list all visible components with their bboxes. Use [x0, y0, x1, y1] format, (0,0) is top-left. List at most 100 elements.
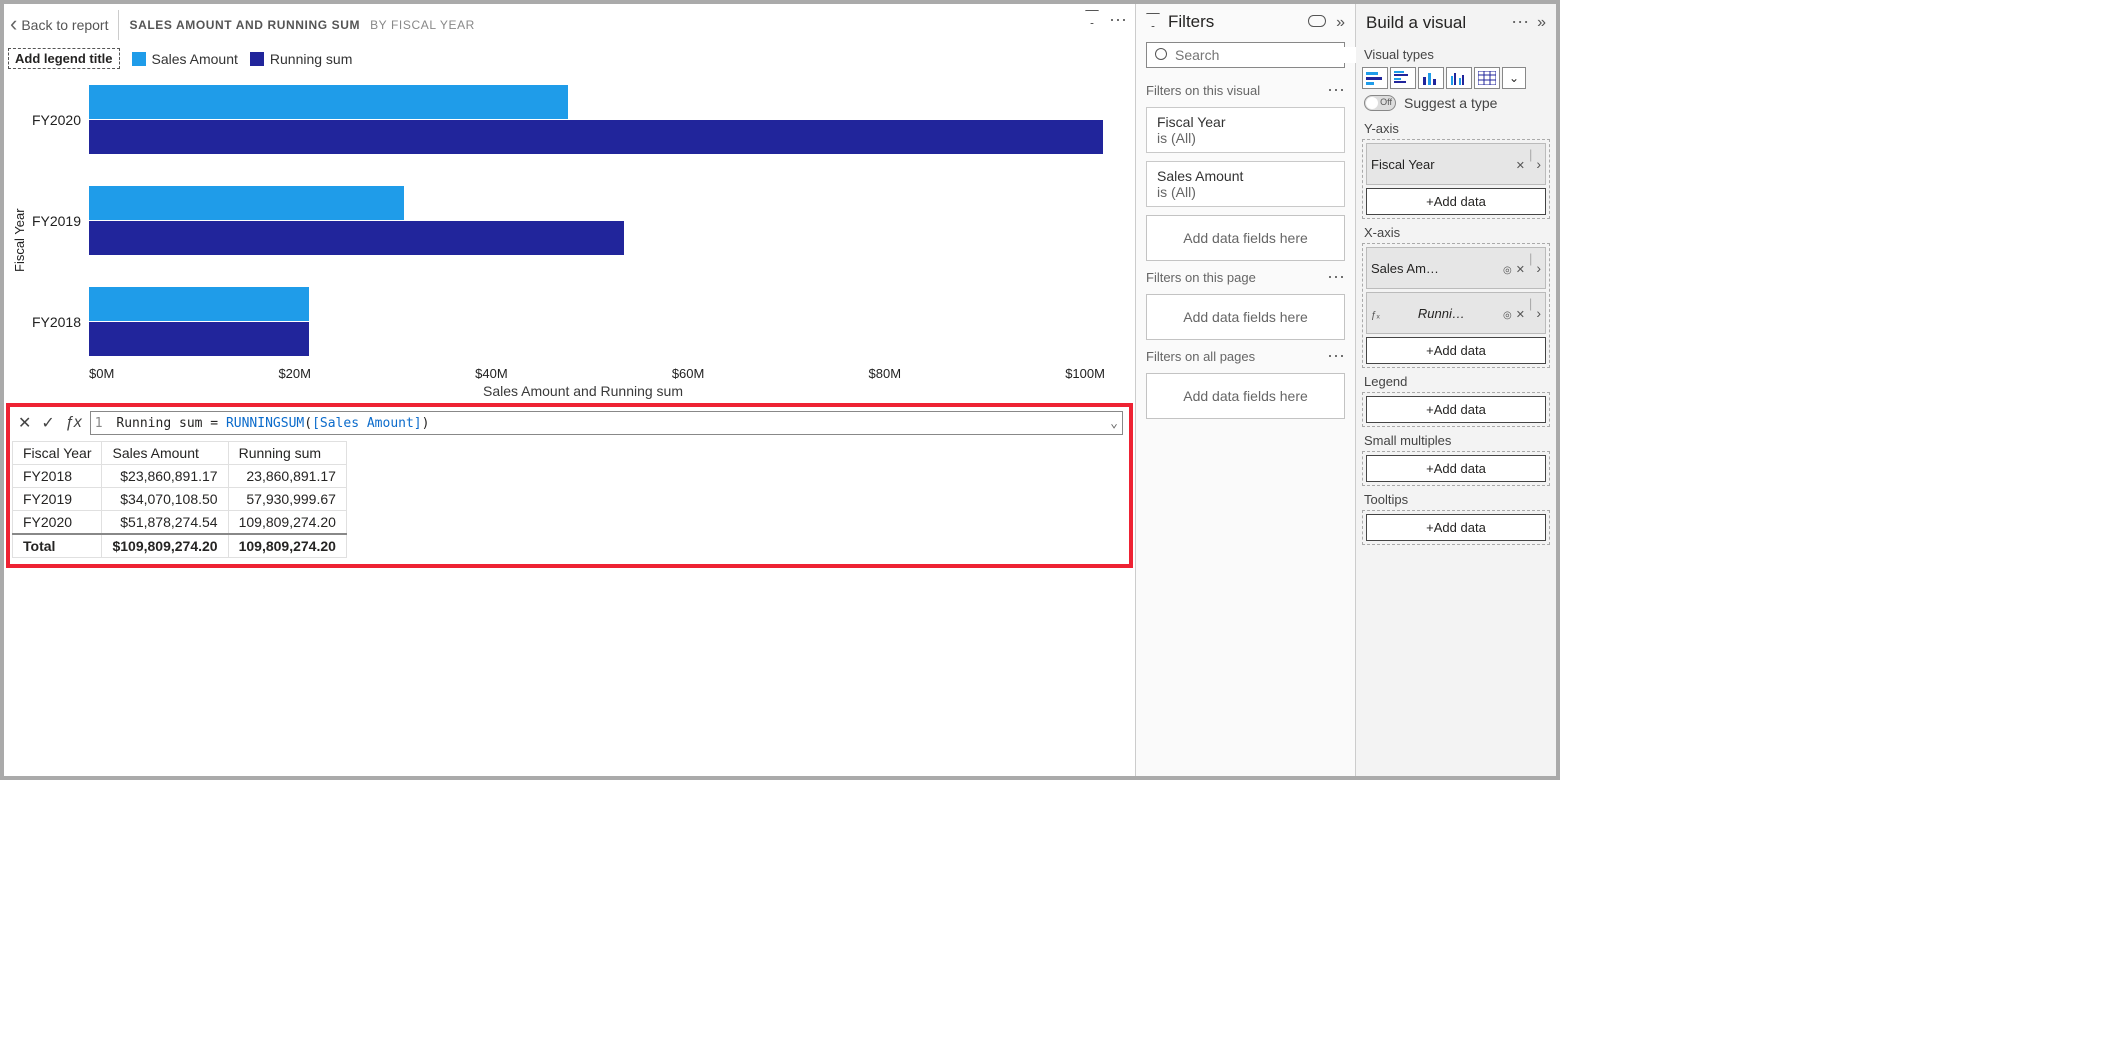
tooltips-add-data-button[interactable]: +Add data [1366, 514, 1546, 541]
small-multiples-add-data-button[interactable]: +Add data [1366, 455, 1546, 482]
y-axis-label: Fiscal Year [8, 79, 31, 401]
category-label: FY2018 [31, 314, 89, 330]
build-pane-header: Build a visual [1356, 4, 1556, 41]
table-row: FY2019$34,070,108.5057,930,999.67 [13, 488, 347, 511]
eye-icon[interactable] [1308, 12, 1326, 32]
formula-dropdown-icon[interactable] [1110, 416, 1118, 431]
field-menu-icon[interactable] [1536, 305, 1541, 321]
more-icon[interactable] [1327, 80, 1345, 101]
collapse-pane-icon[interactable] [1537, 12, 1546, 33]
bar-running-sum[interactable] [89, 322, 309, 356]
visual-type-clustered-column[interactable] [1446, 67, 1472, 89]
bar-running-sum[interactable] [89, 221, 624, 255]
legend-item-running-sum: Running sum [250, 51, 353, 67]
table-header: Sales Amount [102, 442, 228, 465]
filter-card-sales-amount[interactable]: Sales Amount is (All) [1146, 161, 1345, 207]
formula-and-table-panel: ✕ ✓ ƒx 1 Running sum = RUNNINGSUM([Sales… [6, 403, 1133, 568]
xaxis-well[interactable]: Sales Am… Runni… +Add data [1362, 243, 1550, 368]
chart-title-main: SALES AMOUNT AND RUNNING SUM [129, 18, 360, 32]
suggest-type-toggle[interactable]: Off [1364, 95, 1396, 111]
x-axis-ticks: $0M$20M$40M$60M$80M$100M [31, 366, 1135, 381]
filters-all-dropzone[interactable]: Add data fields here [1146, 373, 1345, 419]
field-chip-sales-amount[interactable]: Sales Am… [1366, 247, 1546, 289]
search-input[interactable] [1175, 47, 1356, 63]
search-icon [1155, 47, 1167, 63]
visual-type-column[interactable] [1418, 67, 1444, 89]
table-row: FY2018$23,860,891.1723,860,891.17 [13, 465, 347, 488]
filters-section-visual: Filters on this visual [1136, 78, 1355, 103]
collapse-pane-icon[interactable] [1336, 12, 1345, 32]
fx-icon[interactable]: ƒx [63, 414, 84, 432]
back-to-report-button[interactable]: Back to report [10, 17, 108, 34]
tooltips-label: Tooltips [1362, 486, 1550, 510]
square-icon [250, 52, 264, 66]
remove-field-icon[interactable] [1516, 157, 1525, 172]
eye-icon[interactable] [1503, 306, 1512, 321]
filters-search[interactable] [1146, 42, 1345, 68]
category-row: FY2018 [31, 287, 1105, 356]
plot: FY2020 FY2019 FY2018 [31, 79, 1135, 360]
filters-pane-header: Filters [1136, 4, 1355, 40]
suggest-type-row: Off Suggest a type [1356, 91, 1556, 115]
filters-section-all: Filters on all pages [1136, 344, 1355, 369]
more-icon[interactable] [1327, 346, 1345, 367]
cancel-formula-button[interactable]: ✕ [16, 413, 33, 433]
yaxis-well[interactable]: Fiscal Year +Add data [1362, 139, 1550, 219]
xaxis-label: X-axis [1362, 219, 1550, 243]
legend-item-sales-amount: Sales Amount [132, 51, 238, 67]
bar-sales-amount[interactable] [89, 186, 404, 220]
field-chip-running-sum[interactable]: Runni… [1366, 292, 1546, 334]
filters-visual-dropzone[interactable]: Add data fields here [1146, 215, 1345, 261]
build-visual-pane: Build a visual Visual types ⌄ Off Sugges… [1356, 4, 1556, 776]
canvas-top-right-actions [1085, 10, 1127, 31]
legend-title-input[interactable]: Add legend title [8, 48, 120, 69]
visual-types-label: Visual types [1356, 41, 1556, 65]
fx-icon [1371, 306, 1380, 321]
table-row: FY2020$51,878,274.54109,809,274.20 [13, 511, 347, 535]
tooltips-well[interactable]: +Add data [1362, 510, 1550, 545]
yaxis-add-data-button[interactable]: +Add data [1366, 188, 1546, 215]
eye-icon[interactable] [1503, 261, 1512, 276]
yaxis-label: Y-axis [1362, 115, 1550, 139]
more-icon[interactable] [1511, 12, 1529, 33]
legend-well[interactable]: +Add data [1362, 392, 1550, 427]
bar-sales-amount[interactable] [89, 287, 309, 321]
field-menu-icon[interactable] [1536, 156, 1541, 172]
more-options-icon[interactable] [1109, 10, 1127, 31]
category-row: FY2019 [31, 186, 1105, 255]
legend-add-data-button[interactable]: +Add data [1366, 396, 1546, 423]
filter-card-fiscal-year[interactable]: Fiscal Year is (All) [1146, 107, 1345, 153]
visual-type-table[interactable] [1474, 67, 1500, 89]
remove-field-icon[interactable] [1516, 261, 1525, 276]
divider [118, 10, 119, 40]
field-chip-fiscal-year[interactable]: Fiscal Year [1366, 143, 1546, 185]
formula-bar: ✕ ✓ ƒx 1 Running sum = RUNNINGSUM([Sales… [12, 409, 1127, 437]
bar-sales-amount[interactable] [89, 85, 568, 119]
chart-area: Fiscal Year FY2020 FY2019 FY2018 $0M$20M$4… [4, 79, 1135, 401]
filter-icon[interactable] [1085, 10, 1099, 31]
bar-running-sum[interactable] [89, 120, 1103, 154]
chevron-left-icon [10, 17, 17, 34]
commit-formula-button[interactable]: ✓ [39, 413, 56, 433]
visual-type-stacked-bar[interactable] [1362, 67, 1388, 89]
table-header: Fiscal Year [13, 442, 102, 465]
visual-type-clustered-bar[interactable] [1390, 67, 1416, 89]
table-header: Running sum [228, 442, 346, 465]
filters-pane: Filters Filters on this visual Fiscal Ye… [1136, 4, 1356, 776]
funnel-icon [1146, 12, 1160, 32]
visual-type-more-dropdown[interactable]: ⌄ [1502, 67, 1526, 89]
xaxis-add-data-button[interactable]: +Add data [1366, 337, 1546, 364]
canvas-column: Back to report SALES AMOUNT AND RUNNING … [4, 4, 1136, 776]
filters-page-dropzone[interactable]: Add data fields here [1146, 294, 1345, 340]
app-root: Back to report SALES AMOUNT AND RUNNING … [0, 0, 1560, 780]
category-label: FY2020 [31, 112, 89, 128]
legend-section-label: Legend [1362, 368, 1550, 392]
category-label: FY2019 [31, 213, 89, 229]
table-total-row: Total$109,809,274.20109,809,274.20 [13, 534, 347, 558]
small-multiples-well[interactable]: +Add data [1362, 451, 1550, 486]
formula-input[interactable]: 1 Running sum = RUNNINGSUM([Sales Amount… [90, 411, 1123, 435]
field-menu-icon[interactable] [1536, 260, 1541, 276]
remove-field-icon[interactable] [1516, 306, 1525, 321]
more-icon[interactable] [1327, 267, 1345, 288]
legend: Add legend title Sales Amount Running su… [4, 46, 1135, 79]
